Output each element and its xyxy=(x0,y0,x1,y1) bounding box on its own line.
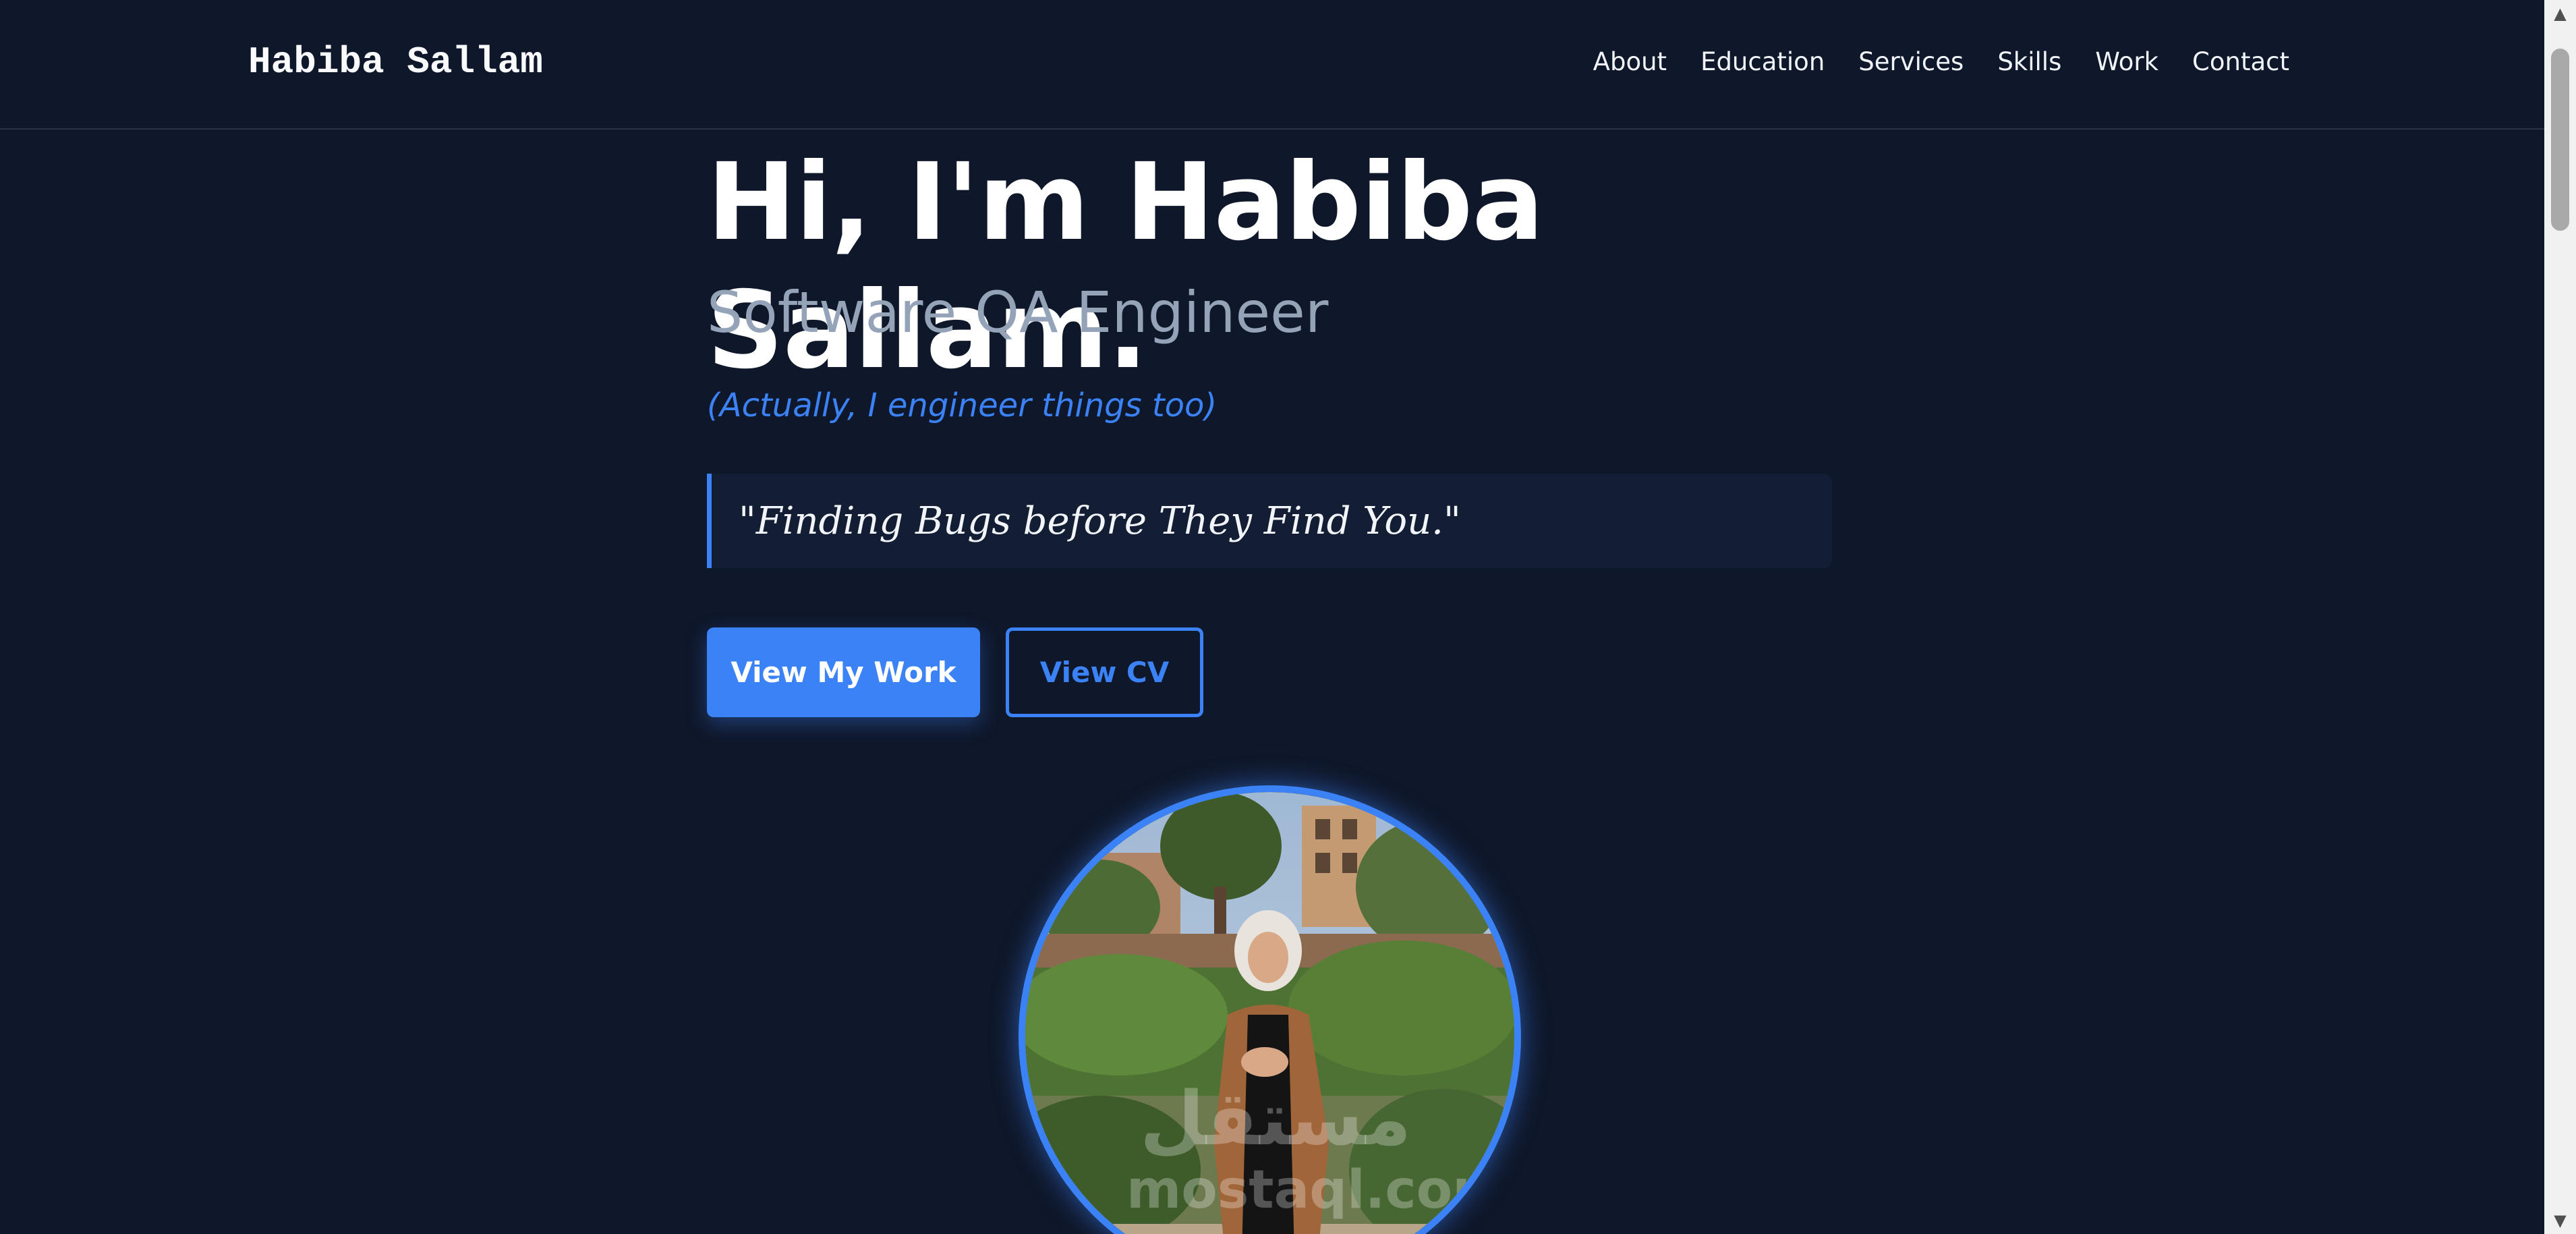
hero-quote-text: "Finding Bugs before They Find You." xyxy=(739,499,1461,543)
hero-role: Software QA Engineer xyxy=(707,279,1329,345)
hero-section: Hi, I'm Habiba Sallam. Software QA Engin… xyxy=(707,138,1832,717)
watermark-text: mostaql.com xyxy=(1126,1160,1508,1221)
hero-quote: "Finding Bugs before They Find You." xyxy=(707,474,1832,568)
nav-skills[interactable]: Skills xyxy=(1997,47,2061,76)
scroll-up-icon[interactable]: ▲ xyxy=(2544,0,2576,27)
view-cv-button[interactable]: View CV xyxy=(1006,627,1203,717)
nav-contact[interactable]: Contact xyxy=(2192,47,2289,76)
profile-avatar: مستقل mostaql.com xyxy=(1019,785,1521,1234)
nav-work[interactable]: Work xyxy=(2095,47,2158,76)
page-scrollbar[interactable]: ▲ ▼ xyxy=(2544,0,2576,1234)
site-logo[interactable]: Habiba Sallam xyxy=(248,40,543,84)
scrollbar-thumb[interactable] xyxy=(2551,49,2569,231)
watermark-arabic: مستقل xyxy=(1140,1075,1412,1162)
nav-about[interactable]: About xyxy=(1593,47,1667,76)
nav-education[interactable]: Education xyxy=(1700,47,1825,76)
hero-aside: (Actually, I engineer things too) xyxy=(707,387,1218,424)
main-nav: About Education Services Skills Work Con… xyxy=(1593,47,2289,76)
page-viewport: Habiba Sallam About Education Services S… xyxy=(0,0,2544,1234)
site-header: Habiba Sallam About Education Services S… xyxy=(0,0,2544,130)
nav-services[interactable]: Services xyxy=(1858,47,1964,76)
view-my-work-button[interactable]: View My Work xyxy=(707,627,980,717)
hero-title: Hi, I'm Habiba Sallam. xyxy=(707,140,1544,393)
scroll-down-icon[interactable]: ▼ xyxy=(2544,1207,2576,1234)
